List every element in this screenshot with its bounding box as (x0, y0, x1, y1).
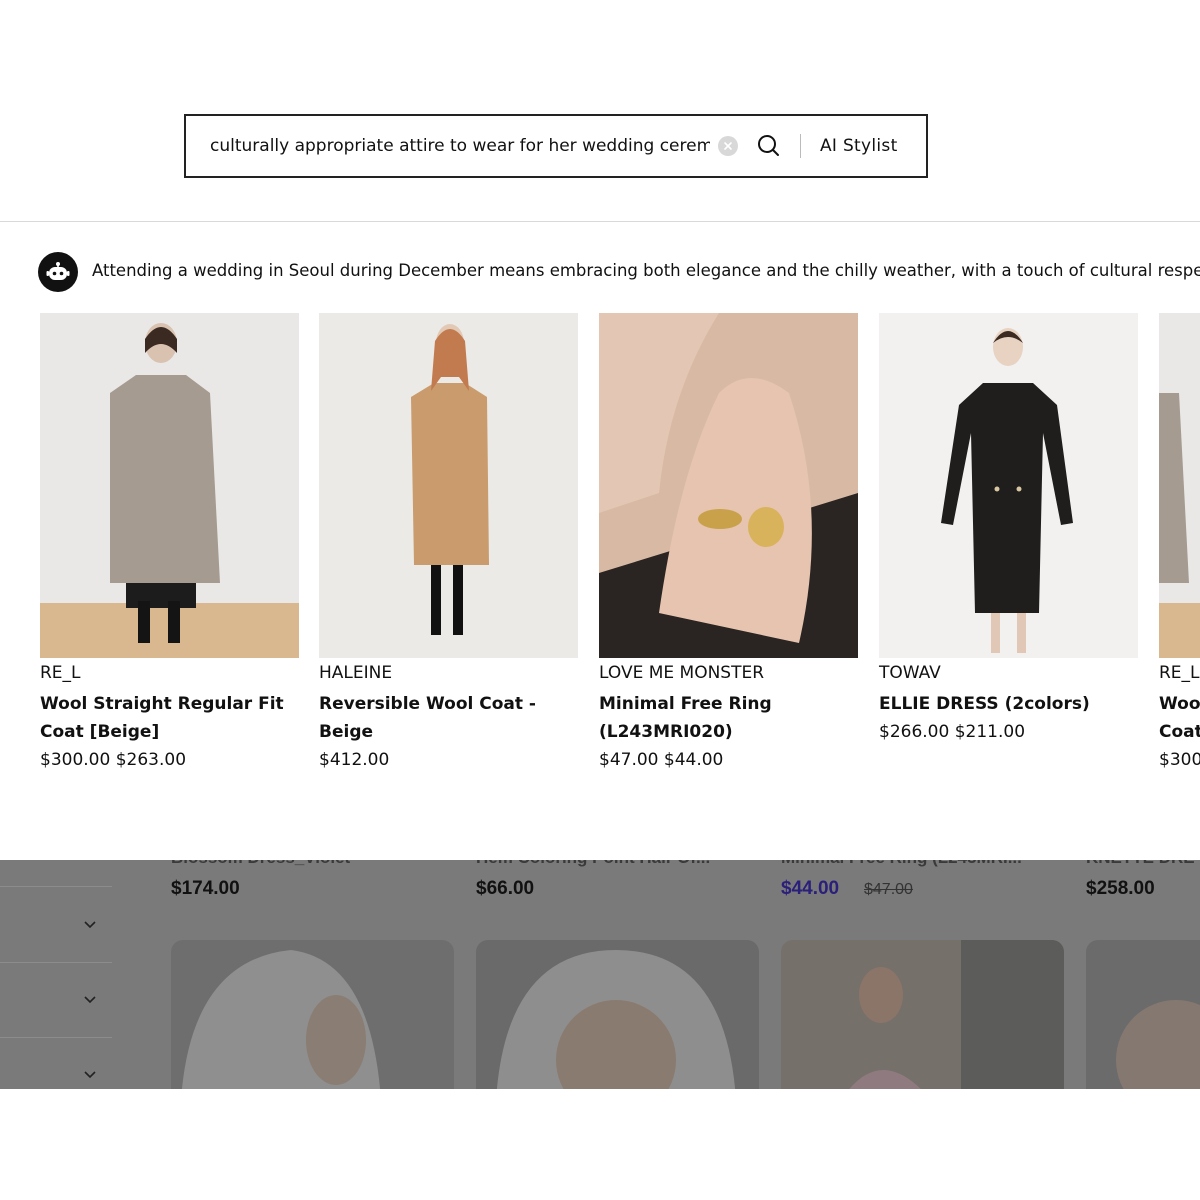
search-input[interactable]: culturally appropriate attire to wear fo… (210, 116, 710, 176)
product-brand: RE_L (40, 663, 81, 683)
header-divider (0, 221, 1200, 222)
sale-price: $412.00 (319, 750, 390, 770)
original-price: $47.00 (599, 750, 659, 770)
search-divider (800, 134, 801, 158)
bg-product-image[interactable] (1086, 940, 1200, 1089)
bg-product-price: $258.00 (1086, 878, 1155, 899)
bg-product-price: $174.00 (171, 878, 240, 899)
product-price-row: $412.00 (319, 746, 579, 774)
product-card[interactable]: LOVE ME MONSTER Minimal Free Ring (L243M… (599, 313, 859, 774)
ai-stylist-button[interactable]: AI Stylist (820, 116, 898, 176)
robot-icon (46, 262, 70, 280)
bg-product-image[interactable] (476, 940, 759, 1089)
product-brand: TOWAV (879, 663, 941, 683)
chevron-down-icon[interactable] (82, 1067, 98, 1083)
product-image[interactable] (319, 313, 578, 658)
chevron-down-icon[interactable] (82, 992, 98, 1008)
bg-product-title: KNETTE DRE (1086, 860, 1195, 868)
original-price: $300.00 (40, 750, 111, 770)
search-icon (758, 135, 779, 156)
search-query: culturally appropriate attire to wear fo… (210, 136, 710, 156)
product-brand: RE_L (1159, 663, 1200, 683)
background-overlay[interactable]: Blossom Dress_Violet Hem Coloring Point … (0, 860, 1200, 1089)
bg-product-image[interactable] (781, 940, 1064, 1089)
search-button[interactable] (756, 133, 782, 159)
original-price: $266.00 (879, 722, 950, 742)
product-image[interactable] (1159, 313, 1200, 658)
product-brand: LOVE ME MONSTER (599, 663, 765, 683)
bg-product-title: Hem Coloring Point Hair Of... (476, 860, 710, 868)
product-price-row: $266.00 $211.00 (879, 718, 1139, 746)
page-bottom (0, 1089, 1200, 1200)
product-image[interactable] (599, 313, 858, 658)
bg-product-price: $66.00 (476, 878, 535, 899)
search-bar: culturally appropriate attire to wear fo… (184, 114, 928, 178)
bg-product-title: Blossom Dress_Violet (171, 860, 350, 868)
product-image[interactable] (40, 313, 299, 658)
sidebar-divider (0, 962, 112, 963)
product-price-row: $47.00 $44.00 (599, 746, 859, 774)
product-name[interactable]: Reversible Wool Coat - Beige (319, 690, 575, 746)
product-name[interactable]: Minimal Free Ring (L243MRI020) (599, 690, 855, 746)
close-icon (724, 142, 732, 150)
sale-price: $44.00 (663, 750, 724, 770)
sale-price: $300 (1159, 750, 1200, 770)
product-card[interactable]: HALEINE Reversible Wool Coat - Beige $41… (319, 313, 579, 774)
clear-search-button[interactable] (718, 136, 738, 156)
product-card[interactable]: TOWAV ELLIE DRESS (2colors) $266.00 $211… (879, 313, 1139, 746)
product-image[interactable] (879, 313, 1138, 658)
bg-product-image[interactable] (171, 940, 454, 1089)
bg-product-title: Minimal Free Ring (L243MRI... (781, 860, 1022, 868)
sidebar-divider (0, 886, 112, 887)
bot-avatar (38, 252, 78, 292)
chevron-down-icon[interactable] (82, 917, 98, 933)
sale-price: $211.00 (954, 722, 1026, 742)
sidebar-divider (0, 1037, 112, 1038)
product-card[interactable]: RE_L Woo Coat $300 (1159, 313, 1200, 774)
product-price-row: $300.00 $263.00 (40, 746, 300, 774)
product-price-row: $300 (1159, 746, 1200, 774)
product-name[interactable]: Woo Coat (1159, 690, 1200, 746)
product-brand: HALEINE (319, 663, 393, 683)
bg-product-sale-price: $44.00 (781, 878, 840, 899)
bg-product-original-price: $47.00 (864, 881, 913, 898)
sale-price: $263.00 (115, 750, 187, 770)
assistant-message: Attending a wedding in Seoul during Dece… (92, 261, 1200, 280)
product-name[interactable]: Wool Straight Regular Fit Coat [Beige] (40, 690, 296, 746)
product-name[interactable]: ELLIE DRESS (2colors) (879, 690, 1135, 718)
product-card[interactable]: RE_L Wool Straight Regular Fit Coat [Bei… (40, 313, 300, 774)
